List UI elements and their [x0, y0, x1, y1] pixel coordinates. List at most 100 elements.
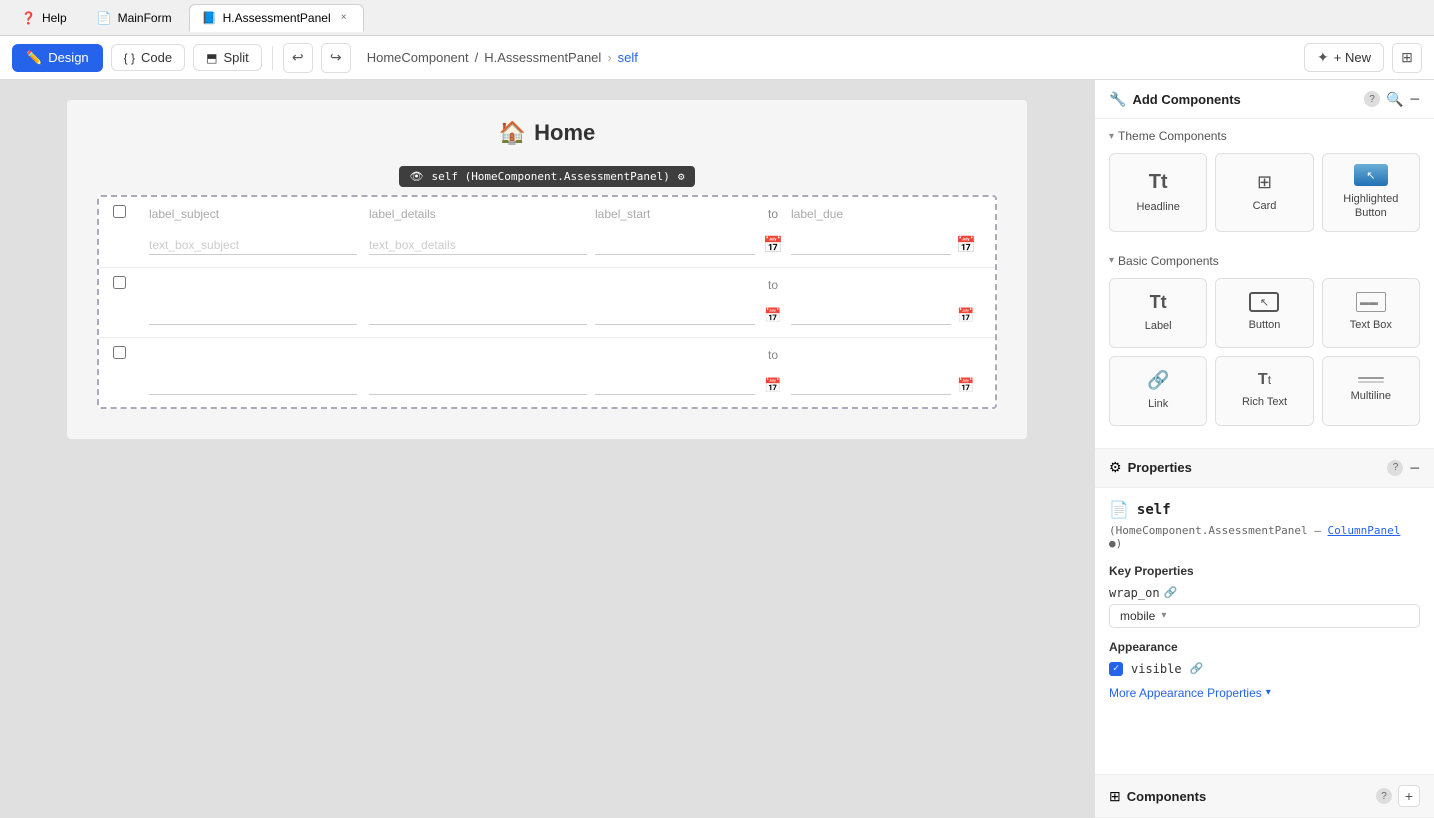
self-label: 👁 self (HomeComponent.AssessmentPanel) ⚙: [399, 166, 694, 187]
label-to-1: to: [768, 207, 778, 221]
multiline-label: Multiline: [1351, 389, 1391, 403]
rich-text-icon: Tt: [1258, 371, 1271, 389]
wrench-icon: 🔧: [1109, 91, 1126, 108]
tab-help[interactable]: ❓ Help: [8, 4, 80, 32]
component-card[interactable]: ⊞ Card: [1215, 153, 1313, 232]
component-button[interactable]: ↖ Button: [1215, 278, 1313, 348]
design-icon: ✏️: [26, 50, 42, 66]
row2-details-input[interactable]: [369, 306, 595, 325]
tab-mainform[interactable]: 📄 MainForm: [84, 4, 185, 32]
component-link[interactable]: 🔗 Link: [1109, 356, 1207, 426]
properties-collapse-button[interactable]: −: [1409, 459, 1420, 477]
search-icon[interactable]: 🔍: [1386, 91, 1403, 108]
tab-close-icon[interactable]: ×: [337, 11, 351, 25]
redo-button[interactable]: ↪: [321, 43, 351, 73]
assessment-row-3: to: [99, 338, 995, 407]
row2-subject-input[interactable]: [149, 306, 369, 325]
wrap-on-value: mobile: [1120, 609, 1155, 623]
input-details-3[interactable]: [369, 376, 587, 395]
visible-link-icon[interactable]: 🔗: [1190, 662, 1204, 675]
row2-checkbox[interactable]: [113, 276, 149, 294]
row3-start-input[interactable]: [595, 376, 755, 395]
input-due-2[interactable]: [791, 306, 951, 325]
code-button[interactable]: { } Code: [111, 44, 185, 71]
settings-icon[interactable]: ⚙: [678, 170, 685, 183]
layout-toggle-button[interactable]: ⊞: [1392, 43, 1422, 73]
row1-checkbox[interactable]: [113, 205, 149, 223]
self-label-text: self (HomeComponent.AssessmentPanel): [431, 170, 669, 183]
input-start-2[interactable]: [595, 306, 755, 325]
home-icon: 🏠: [499, 120, 526, 146]
component-multiline[interactable]: Multiline: [1322, 356, 1420, 426]
add-components-help-icon[interactable]: ?: [1364, 91, 1380, 107]
mainform-tab-icon: 📄: [97, 11, 112, 25]
more-appearance-button[interactable]: More Appearance Properties ▾: [1109, 686, 1420, 700]
tab-help-label: Help: [42, 11, 67, 25]
row3-check-input[interactable]: [113, 346, 126, 359]
components-help-icon[interactable]: ?: [1376, 788, 1392, 804]
col-start-label: label_start: [595, 205, 755, 223]
calendar-icon-2[interactable]: 📅: [956, 237, 976, 254]
row3-due-input[interactable]: [791, 376, 951, 395]
row1-subject-input[interactable]: [149, 236, 369, 255]
undo-button[interactable]: ↩: [283, 43, 313, 73]
component-headline[interactable]: Tt Headline: [1109, 153, 1207, 232]
new-button[interactable]: ✦ + New: [1304, 43, 1384, 72]
wrap-on-select[interactable]: mobile ▾: [1109, 604, 1420, 628]
row2-check-input[interactable]: [113, 276, 126, 289]
col-to-2: to: [755, 276, 791, 294]
input-subject-2[interactable]: [149, 306, 357, 325]
tab-assessment-panel[interactable]: 📘 H.AssessmentPanel ×: [189, 4, 364, 32]
new-label: + New: [1334, 50, 1371, 65]
row1-start-input[interactable]: [595, 236, 755, 255]
calendar-icon-6[interactable]: 📅: [957, 377, 974, 393]
input-start-3[interactable]: [595, 376, 755, 395]
row2-due-input[interactable]: [791, 306, 951, 325]
input-due[interactable]: [791, 236, 951, 255]
component-rich-text[interactable]: Tt Rich Text: [1215, 356, 1313, 426]
input-details-2[interactable]: [369, 306, 587, 325]
design-button[interactable]: ✏️ Design: [12, 44, 103, 72]
multiline-icon: [1358, 377, 1384, 383]
properties-help-icon[interactable]: ?: [1387, 460, 1403, 476]
visible-checkbox[interactable]: ✓: [1109, 662, 1123, 676]
col-cal-6: 📅: [951, 377, 981, 395]
row1-due-input[interactable]: [791, 236, 951, 255]
row3-checkbox[interactable]: [113, 346, 149, 364]
breadcrumb: HomeComponent / H.AssessmentPanel › self: [367, 50, 638, 65]
tab-assessment-label: H.AssessmentPanel: [223, 11, 331, 25]
input-subject[interactable]: [149, 236, 357, 255]
input-start[interactable]: [595, 236, 755, 255]
component-label[interactable]: Tt Label: [1109, 278, 1207, 348]
input-details[interactable]: [369, 236, 587, 255]
row3-details-input[interactable]: [369, 376, 595, 395]
prop-component-name-row: 📄 self: [1109, 500, 1420, 520]
row1-details-input[interactable]: [369, 236, 595, 255]
split-button[interactable]: ⬒ Split: [193, 44, 262, 71]
calendar-icon-3[interactable]: 📅: [764, 307, 781, 323]
input-due-3[interactable]: [791, 376, 951, 395]
plus-icon: ✦: [1317, 49, 1329, 66]
visible-row: ✓ visible 🔗: [1109, 662, 1420, 676]
row1-check-input[interactable]: [113, 205, 126, 218]
assessment-tab-icon: 📘: [202, 11, 217, 25]
assessment-panel[interactable]: label_subject label_details label_start …: [97, 195, 997, 409]
prop-type-link[interactable]: ColumnPanel: [1328, 524, 1401, 537]
calendar-icon-5[interactable]: 📅: [764, 377, 781, 393]
row3-subject-input[interactable]: [149, 376, 369, 395]
calendar-icon-4[interactable]: 📅: [957, 307, 974, 323]
input-subject-3[interactable]: [149, 376, 357, 395]
add-component-button[interactable]: +: [1398, 785, 1420, 807]
canvas-inner: 🏠 Home 👁 self (HomeComponent.AssessmentP…: [0, 80, 1094, 818]
add-components-collapse-button[interactable]: −: [1409, 90, 1420, 108]
row2-labels: to: [99, 268, 995, 302]
basic-components-label[interactable]: ▾ Basic Components: [1109, 254, 1420, 268]
add-components-header: 🔧 Add Components ? 🔍 −: [1095, 80, 1434, 119]
component-text-box[interactable]: ▬▬ Text Box: [1322, 278, 1420, 348]
row2-start-input[interactable]: [595, 306, 755, 325]
theme-components-label[interactable]: ▾ Theme Components: [1109, 129, 1420, 143]
component-highlighted-button[interactable]: ↖ Highlighted Button: [1322, 153, 1420, 232]
calendar-icon-1[interactable]: 📅: [763, 237, 783, 254]
wrap-on-link-icon[interactable]: 🔗: [1164, 586, 1178, 599]
visible-label: visible: [1131, 662, 1182, 676]
